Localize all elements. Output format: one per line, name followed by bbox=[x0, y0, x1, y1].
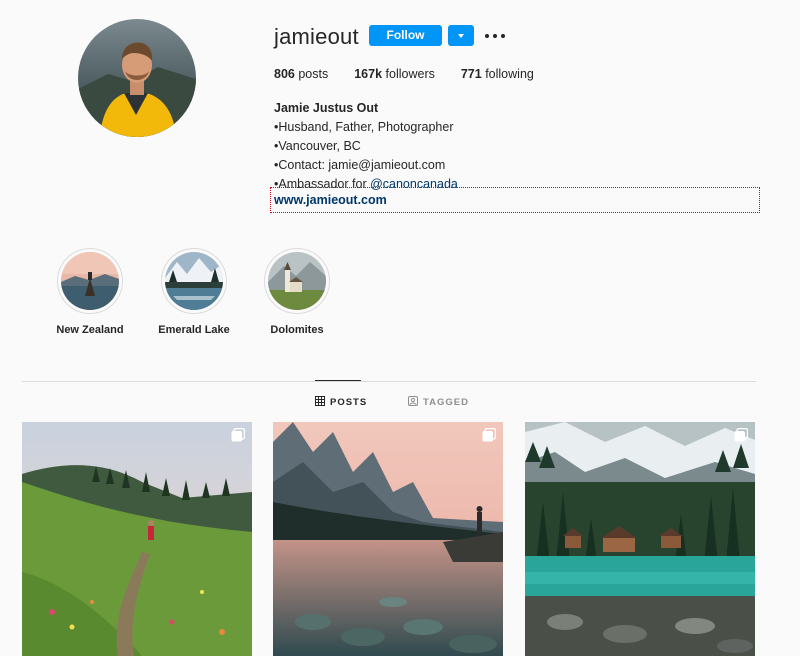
tag-person-icon bbox=[408, 396, 418, 409]
bio-line: •Contact: jamie@jamieout.com bbox=[274, 158, 446, 172]
avatar-image bbox=[78, 19, 196, 137]
bio-line: •Vancouver, BC bbox=[274, 139, 361, 153]
active-tab-indicator bbox=[315, 380, 361, 381]
more-options-icon bbox=[501, 33, 505, 38]
highlight-cover bbox=[264, 248, 330, 314]
follow-button[interactable]: Follow bbox=[369, 25, 442, 46]
highlight-label: New Zealand bbox=[56, 324, 124, 336]
highlight-cover bbox=[161, 248, 227, 314]
highlight-image bbox=[165, 252, 223, 310]
stat-posts-label: posts bbox=[298, 67, 329, 81]
post-image bbox=[22, 422, 252, 656]
highlight-new-zealand[interactable]: New Zealand bbox=[56, 248, 124, 336]
highlight-image bbox=[61, 252, 119, 310]
stat-following-label: following bbox=[485, 67, 534, 81]
tab-posts-label: POSTS bbox=[330, 397, 368, 408]
stat-followers-count: 167k bbox=[354, 67, 383, 81]
highlight-image bbox=[268, 252, 326, 310]
grid-icon bbox=[315, 396, 325, 409]
highlight-dolomites[interactable]: Dolomites bbox=[263, 248, 331, 336]
highlight-cover bbox=[57, 248, 123, 314]
tabs-divider bbox=[22, 381, 756, 382]
tab-tagged[interactable]: TAGGED bbox=[408, 396, 469, 409]
profile-full-name: Jamie Justus Out bbox=[274, 101, 379, 115]
post-image bbox=[525, 422, 755, 656]
stat-followers-label: followers bbox=[385, 67, 435, 81]
profile-stats: 806 posts 167k followers 771 following bbox=[274, 67, 560, 81]
stat-followers[interactable]: 167k followers bbox=[354, 67, 435, 81]
post-image bbox=[273, 422, 503, 656]
more-options-button[interactable] bbox=[485, 25, 505, 46]
more-options-icon bbox=[485, 33, 489, 38]
post-thumbnail[interactable] bbox=[525, 422, 755, 656]
profile-username: jamieout bbox=[274, 24, 359, 49]
highlight-label: Dolomites bbox=[270, 324, 324, 336]
highlight-emerald-lake[interactable]: Emerald Lake bbox=[158, 248, 230, 336]
stat-following[interactable]: 771 following bbox=[461, 67, 534, 81]
stat-following-count: 771 bbox=[460, 67, 482, 81]
tab-tagged-label: TAGGED bbox=[423, 397, 469, 408]
profile-bio: Jamie Justus Out •Husband, Father, Photo… bbox=[274, 99, 458, 194]
chevron-down-icon bbox=[458, 33, 464, 38]
highlight-label: Emerald Lake bbox=[158, 324, 230, 336]
tab-posts[interactable]: POSTS bbox=[315, 396, 367, 409]
post-thumbnail[interactable] bbox=[22, 422, 252, 656]
carousel-icon bbox=[734, 427, 749, 442]
suggested-dropdown-button[interactable] bbox=[448, 25, 474, 46]
stat-posts: 806 posts bbox=[274, 67, 328, 81]
website-link[interactable]: www.jamieout.com bbox=[274, 193, 387, 207]
bio-line: •Husband, Father, Photographer bbox=[274, 120, 454, 134]
more-options-icon bbox=[493, 33, 497, 38]
carousel-icon bbox=[482, 427, 497, 442]
carousel-icon bbox=[231, 427, 246, 442]
profile-avatar[interactable] bbox=[78, 19, 196, 137]
stat-posts-count: 806 bbox=[274, 67, 295, 81]
post-thumbnail[interactable] bbox=[273, 422, 503, 656]
